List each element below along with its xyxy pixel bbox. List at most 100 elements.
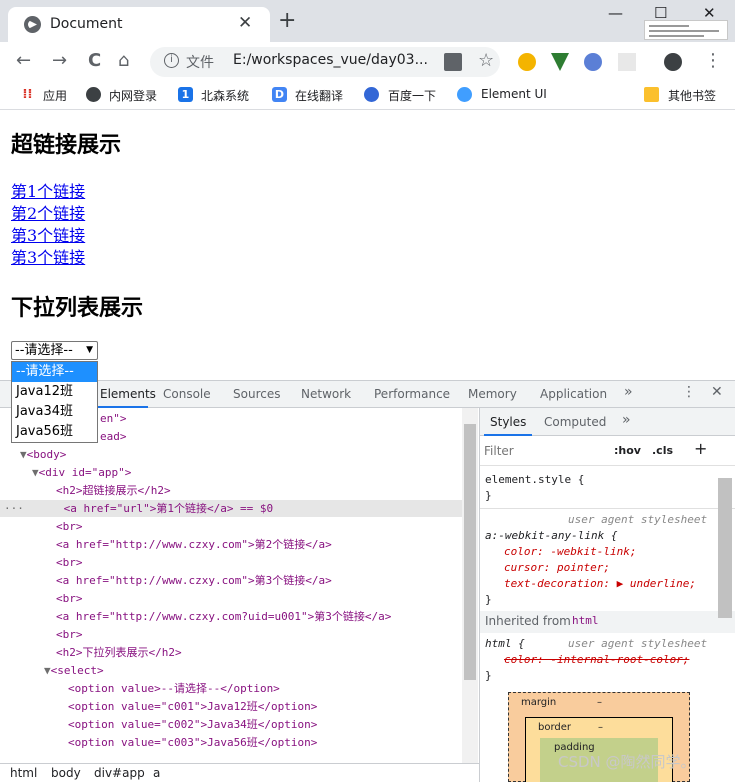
css-property[interactable]: color: -webkit-link; bbox=[504, 545, 636, 558]
option-placeholder[interactable]: --请选择-- bbox=[12, 362, 97, 382]
cls-toggle[interactable]: .cls bbox=[652, 444, 673, 457]
scrollbar-thumb[interactable] bbox=[464, 424, 476, 680]
tab-styles[interactable]: Styles bbox=[490, 415, 526, 429]
menu-icon[interactable]: ⋮ bbox=[704, 50, 722, 71]
dom-node[interactable]: <br> bbox=[0, 518, 462, 535]
reload-icon[interactable]: C bbox=[88, 50, 101, 71]
address-url[interactable]: E:/workspaces_vue/day03... bbox=[233, 52, 428, 68]
tab-network[interactable]: Network bbox=[301, 387, 351, 401]
link-1[interactable]: 第1个链接 bbox=[11, 178, 85, 202]
dom-node[interactable]: <br> bbox=[0, 626, 462, 643]
rule-selector[interactable]: html { bbox=[485, 637, 525, 650]
dom-node[interactable]: <h2>超链接展示</h2> bbox=[0, 482, 462, 499]
dom-node-body[interactable]: ▼<body> bbox=[0, 446, 462, 463]
new-rule-icon[interactable]: + bbox=[694, 439, 707, 458]
box-border: border – padding bbox=[525, 717, 673, 782]
tab-memory[interactable]: Memory bbox=[468, 387, 517, 401]
bookmark-item[interactable]: 北森系统 bbox=[201, 87, 249, 104]
rule-source: user agent stylesheet bbox=[568, 637, 708, 650]
element-style-rule[interactable]: element.style { bbox=[485, 473, 584, 486]
more-panes-icon[interactable]: » bbox=[622, 412, 631, 428]
link-4[interactable]: 第3个链接 bbox=[11, 244, 85, 268]
dom-node[interactable]: <option value="c001">Java12班</option> bbox=[0, 698, 462, 715]
bookmark-item[interactable]: Element UI bbox=[481, 87, 547, 101]
dom-node[interactable]: <a href="http://www.czxy.com">第3个链接</a> bbox=[0, 572, 462, 589]
class-select[interactable]: --请选择-- ▼ bbox=[11, 341, 98, 360]
element-ui-icon bbox=[457, 87, 472, 102]
styles-filter-bar: :hov .cls + bbox=[480, 436, 735, 466]
tab-sources[interactable]: Sources bbox=[233, 387, 280, 401]
link-3[interactable]: 第3个链接 bbox=[11, 222, 85, 246]
new-tab-button[interactable]: + bbox=[278, 10, 296, 32]
extension-icon-3[interactable] bbox=[618, 53, 636, 71]
dom-node[interactable]: <option value="c002">Java34班</option> bbox=[0, 716, 462, 733]
option-java12[interactable]: Java12班 bbox=[12, 382, 97, 402]
vue-devtools-icon[interactable] bbox=[551, 53, 569, 71]
tab-strip: Document ✕ + — ☐ ✕ bbox=[0, 0, 735, 42]
breadcrumb-body[interactable]: body bbox=[51, 766, 81, 780]
css-property-overridden[interactable]: color: -internal-root-color; bbox=[504, 653, 689, 666]
breadcrumb-a[interactable]: a bbox=[153, 766, 160, 780]
rule-source: user agent stylesheet bbox=[568, 513, 708, 526]
bookmark-favicon-icon: 1 bbox=[178, 87, 193, 102]
browser-tab[interactable]: Document ✕ bbox=[8, 7, 270, 42]
tab-close-icon[interactable]: ✕ bbox=[238, 13, 252, 33]
bookmark-item[interactable]: 百度一下 bbox=[388, 87, 436, 104]
translate-icon[interactable] bbox=[444, 53, 462, 71]
option-java34[interactable]: Java34班 bbox=[12, 402, 97, 422]
bookmark-other[interactable]: 其他书签 bbox=[668, 87, 716, 104]
devtools-close-icon[interactable]: ✕ bbox=[711, 384, 723, 400]
heading-links: 超链接展示 bbox=[11, 132, 122, 158]
tab-favicon-icon bbox=[24, 16, 41, 33]
bookmark-item[interactable]: 在线翻译 bbox=[295, 87, 343, 104]
bookmark-star-icon[interactable]: ☆ bbox=[478, 50, 494, 71]
more-tabs-icon[interactable]: » bbox=[624, 384, 633, 400]
breadcrumb-html[interactable]: html bbox=[10, 766, 37, 780]
dom-node[interactable]: <a href="http://www.czxy.com?uid=u001">第… bbox=[0, 608, 462, 625]
option-java56[interactable]: Java56班 bbox=[12, 422, 97, 442]
link-2[interactable]: 第2个链接 bbox=[11, 200, 85, 224]
tab-application[interactable]: Application bbox=[540, 387, 607, 401]
dom-node-selected[interactable]: ··· <a href="url">第1个链接</a> == $0 bbox=[0, 500, 462, 517]
elements-scrollbar[interactable] bbox=[462, 408, 478, 763]
forward-icon[interactable]: → bbox=[52, 50, 67, 71]
tab-console[interactable]: Console bbox=[163, 387, 211, 401]
page-content: 超链接展示 第1个链接 第2个链接 第3个链接 第3个链接 下拉列表展示 --请… bbox=[0, 110, 735, 380]
dom-node[interactable]: <option value>--请选择--</option> bbox=[0, 680, 462, 697]
dom-node[interactable]: <br> bbox=[0, 554, 462, 571]
home-icon[interactable]: ⌂ bbox=[118, 50, 129, 71]
inherited-tag[interactable]: html bbox=[572, 614, 599, 627]
dom-node-app[interactable]: ▼<div id="app"> bbox=[0, 464, 462, 481]
dom-node[interactable]: <option value="c003">Java56班</option> bbox=[0, 734, 462, 751]
info-icon[interactable]: i bbox=[164, 53, 179, 68]
bookmark-apps[interactable]: 应用 bbox=[43, 87, 67, 104]
tab-performance[interactable]: Performance bbox=[374, 387, 450, 401]
dom-node[interactable]: <a href="http://www.czxy.com">第2个链接</a> bbox=[0, 536, 462, 553]
select-value: --请选择-- bbox=[15, 343, 73, 358]
tab-computed[interactable]: Computed bbox=[544, 415, 606, 429]
apps-grid-icon: ⁞⁞ bbox=[22, 87, 33, 102]
elements-tree: en"> ead> ▼<body> ▼<div id="app"> <h2>超链… bbox=[0, 408, 462, 763]
bookmark-item[interactable]: 内网登录 bbox=[109, 87, 157, 104]
css-property[interactable]: cursor: pointer; bbox=[504, 561, 610, 574]
css-property[interactable]: text-decoration: ▶ underline; bbox=[504, 577, 696, 590]
watermark: CSDN @陶然同学。 bbox=[558, 753, 696, 771]
rule-selector[interactable]: a:-webkit-any-link { bbox=[485, 529, 617, 542]
dom-node[interactable]: <br> bbox=[0, 590, 462, 607]
styles-scrollbar[interactable] bbox=[718, 478, 732, 618]
extension-icon-2[interactable] bbox=[584, 53, 602, 71]
profile-icon[interactable] bbox=[664, 53, 682, 71]
back-icon[interactable]: ← bbox=[16, 50, 31, 71]
minimize-button[interactable]: — bbox=[608, 4, 623, 22]
extension-icon[interactable] bbox=[518, 53, 536, 71]
dom-node-select[interactable]: ▼<select> bbox=[0, 662, 462, 679]
styles-filter-input[interactable] bbox=[484, 441, 604, 461]
devtools-menu-icon[interactable]: ⋮ bbox=[682, 384, 696, 400]
hov-toggle[interactable]: :hov bbox=[614, 444, 641, 457]
tab-elements[interactable]: Elements bbox=[100, 387, 156, 401]
devtools-tabbar: Elements Console Sources Network Perform… bbox=[0, 381, 735, 408]
dom-node[interactable]: <h2>下拉列表展示</h2> bbox=[0, 644, 462, 661]
box-margin-value: – bbox=[597, 697, 602, 708]
breadcrumb-div-app[interactable]: div#app bbox=[94, 766, 145, 780]
folder-icon bbox=[644, 87, 659, 102]
